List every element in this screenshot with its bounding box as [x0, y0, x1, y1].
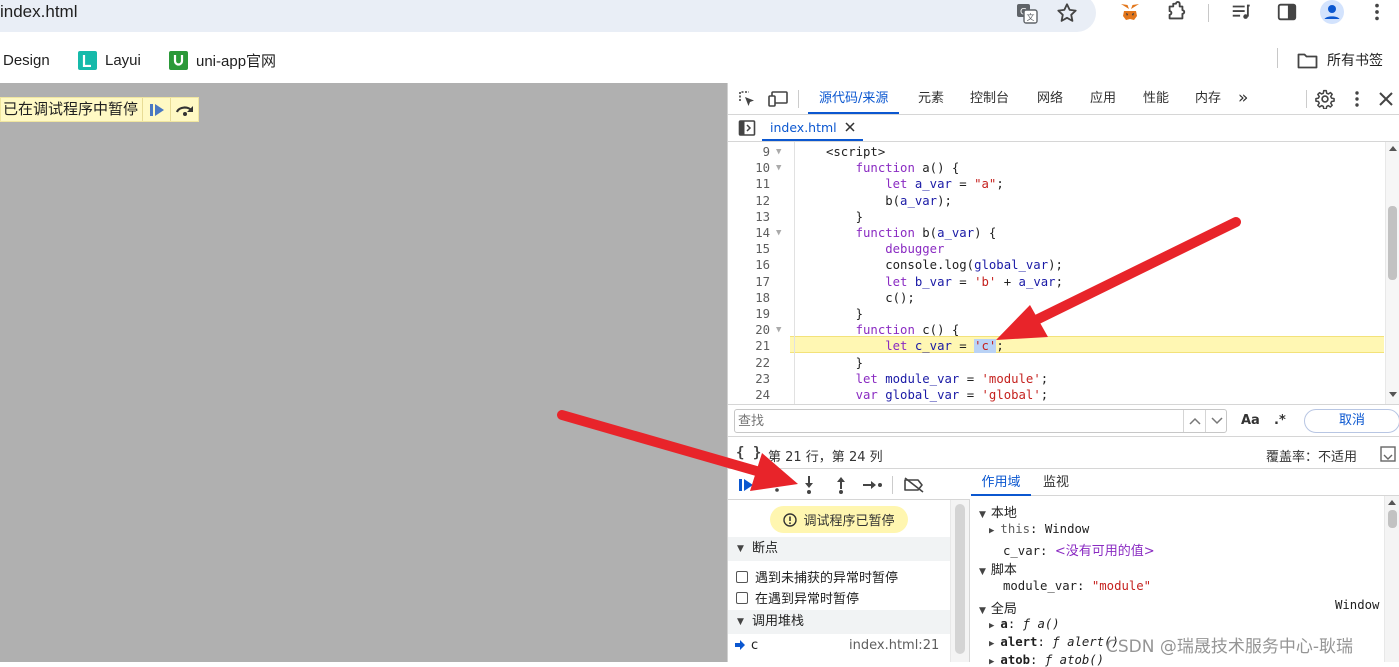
red-arrow-to-step-buttons [557, 410, 798, 491]
annotation-arrows [557, 217, 1241, 491]
csdn-watermark: CSDN @瑞晟技术服务中心-耿瑞 [1106, 637, 1354, 657]
red-arrow-to-code [996, 217, 1241, 340]
